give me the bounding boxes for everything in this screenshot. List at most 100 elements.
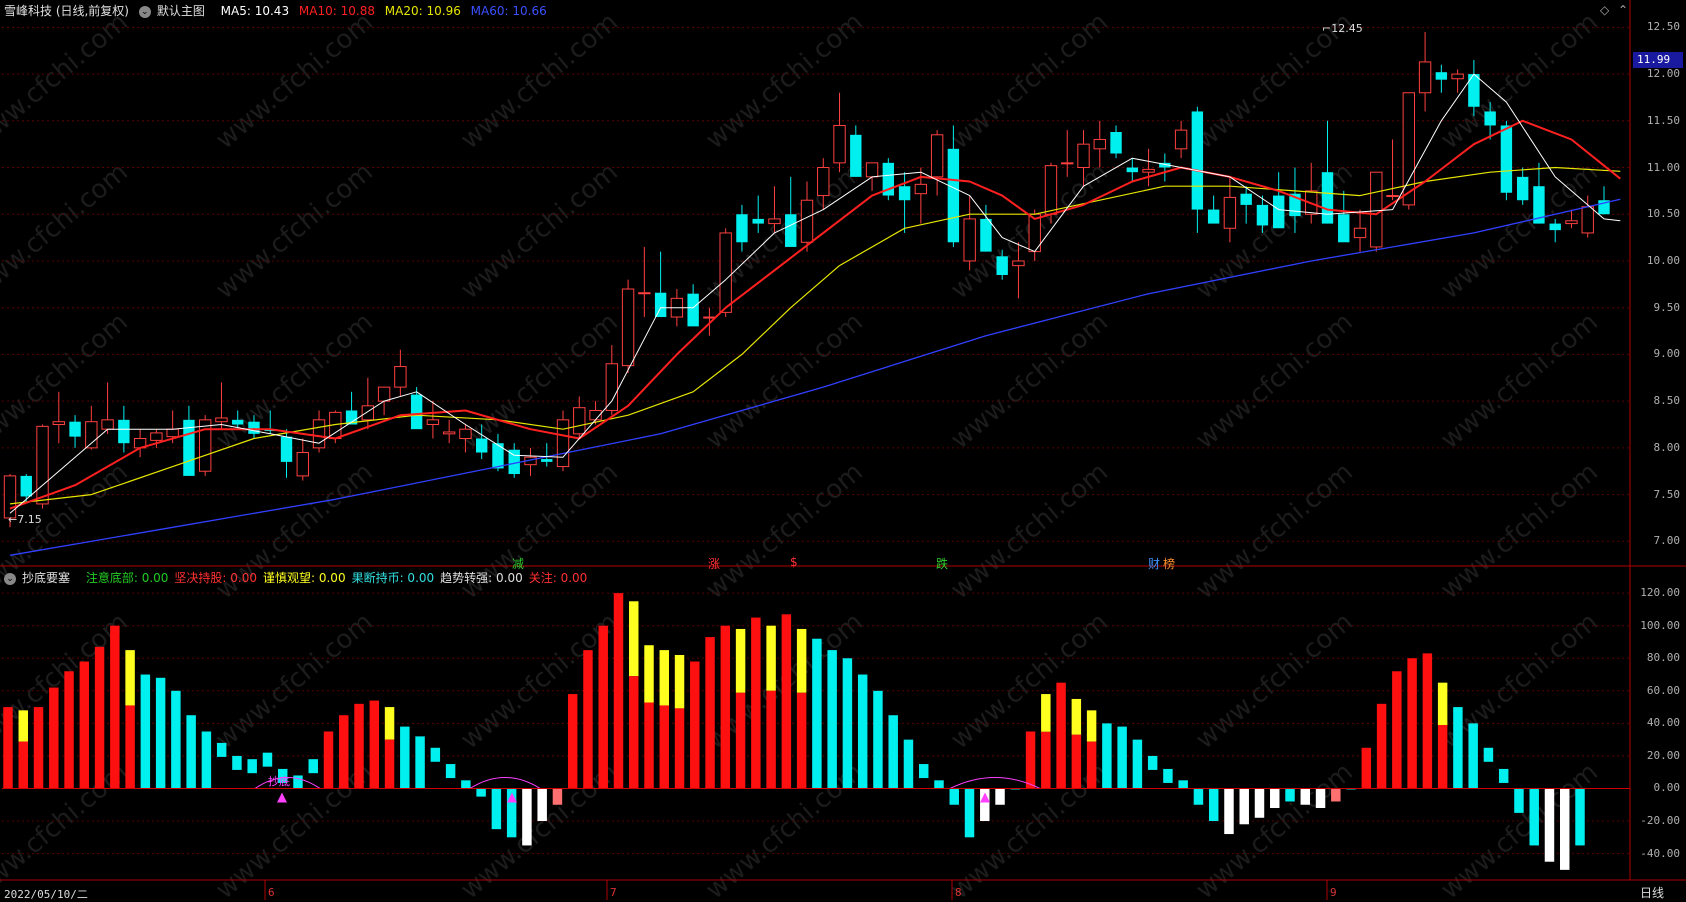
candle-body-down[interactable] [1207,209,1220,224]
candle-body-up[interactable] [394,366,407,388]
candle-body-down[interactable] [850,134,862,177]
candle-body-down[interactable] [1500,125,1513,193]
osc-bar[interactable] [781,614,792,789]
osc-bar[interactable] [1315,788,1326,809]
osc-bar-hold[interactable] [1086,741,1097,789]
candle-body-up[interactable] [36,425,49,505]
osc-bar-hold[interactable] [735,692,746,789]
osc-bar[interactable] [1392,671,1402,789]
candle-body-up[interactable] [1012,260,1025,267]
candle-body-up[interactable] [963,218,976,262]
osc-bar[interactable] [949,788,959,805]
event-marker[interactable]: 财 [1148,555,1160,572]
candle-body-up[interactable] [1174,129,1188,150]
osc-bar[interactable] [491,788,502,830]
osc-bar[interactable] [1422,653,1433,789]
osc-bar[interactable] [369,700,380,789]
candle-body-up[interactable] [573,407,586,435]
candle-body-down[interactable] [1110,132,1122,154]
osc-bar[interactable] [1468,723,1478,789]
osc-bar-cash[interactable] [1147,755,1158,770]
osc-bar[interactable] [1117,726,1127,789]
osc-bar-caution[interactable] [125,650,135,706]
candle-body-down[interactable] [687,293,699,327]
osc-bar[interactable] [720,625,731,789]
candle-body-down[interactable] [118,419,130,444]
candle-body-up[interactable] [166,428,179,438]
candle-body-up[interactable] [1353,227,1367,239]
osc-bar-hold[interactable] [644,702,654,789]
osc-bar[interactable] [567,694,578,789]
osc-bar[interactable] [64,671,74,789]
osc-bar[interactable] [857,674,868,789]
osc-bar[interactable] [110,625,120,789]
osc-bar[interactable] [1575,788,1585,846]
candle-body-up[interactable] [377,386,391,402]
diamond-icon[interactable]: ◇ [1600,3,1609,17]
candle-body-down[interactable] [1321,172,1334,224]
candle-body-up[interactable] [621,288,635,367]
osc-bar-cash[interactable] [918,764,929,779]
osc-bar[interactable] [1270,788,1280,809]
osc-bar[interactable] [552,788,563,805]
candle-body-down[interactable] [476,438,488,453]
candle-body-down[interactable] [1549,223,1561,231]
osc-bar[interactable] [1056,682,1066,789]
osc-bar[interactable] [598,625,608,789]
osc-bar[interactable] [1193,788,1204,805]
candle-body-up[interactable] [768,218,781,225]
candle-body-up[interactable] [1142,168,1155,173]
osc-bar[interactable] [33,707,44,789]
osc-bar-hold[interactable] [659,705,670,789]
candle-body-down[interactable] [1240,193,1252,205]
candle-body-up[interactable] [1370,171,1383,248]
period-button[interactable]: 日线 [1640,884,1664,901]
osc-bar[interactable] [1102,723,1112,789]
osc-bar[interactable] [812,638,822,789]
candle-body-up[interactable] [442,431,456,435]
candle-body-down[interactable] [1256,204,1269,226]
osc-bar[interactable] [3,707,13,789]
osc-bar[interactable] [201,731,212,789]
candle-body-up[interactable] [1093,138,1106,150]
event-marker[interactable]: 减 [512,555,524,572]
candle-body-up[interactable] [52,421,65,426]
candle-body-up[interactable] [556,419,570,468]
candle-body-up[interactable] [101,419,114,430]
candle-body-down[interactable] [736,214,748,243]
candle-body-down[interactable] [1273,195,1285,229]
candle-body-up[interactable] [1386,195,1399,198]
osc-bar-hold[interactable] [796,692,807,789]
candle-body-up[interactable] [800,199,814,243]
osc-bar[interactable] [1361,747,1372,789]
osc-bar-caution[interactable] [1071,698,1082,735]
osc-bar[interactable] [537,788,547,822]
osc-bar-cash[interactable] [1163,768,1173,783]
osc-bar-caution[interactable] [1041,694,1051,732]
event-marker[interactable]: 涨 [708,555,720,572]
osc-bar[interactable] [964,788,975,838]
candle-body-up[interactable] [296,452,309,477]
candle-body-down[interactable] [785,214,797,247]
candle-body-up[interactable] [1077,143,1090,169]
event-marker[interactable]: 榜 [1163,555,1175,572]
osc-bar[interactable] [1132,739,1143,789]
indicator-name[interactable]: ⌄ 抄底要塞 [4,571,76,585]
osc-bar[interactable] [171,690,181,789]
candle-body-up[interactable] [930,134,944,178]
osc-bar[interactable] [1331,788,1341,802]
candle-body-down[interactable] [752,218,764,224]
osc-bar[interactable] [995,788,1005,805]
osc-bar-cash[interactable] [262,752,273,767]
osc-bar[interactable] [79,661,90,789]
osc-bar[interactable] [415,736,425,789]
osc-bar-cash[interactable] [247,759,257,774]
osc-bar[interactable] [354,703,364,789]
osc-bar[interactable] [842,658,853,789]
candle-body-up[interactable] [1581,206,1594,234]
osc-bar-cash[interactable] [232,755,242,770]
osc-bar-cash[interactable] [1498,768,1509,783]
osc-bar-hold[interactable] [125,705,135,789]
candle-body-up[interactable] [1044,165,1058,215]
osc-bar-caution[interactable] [659,650,670,706]
